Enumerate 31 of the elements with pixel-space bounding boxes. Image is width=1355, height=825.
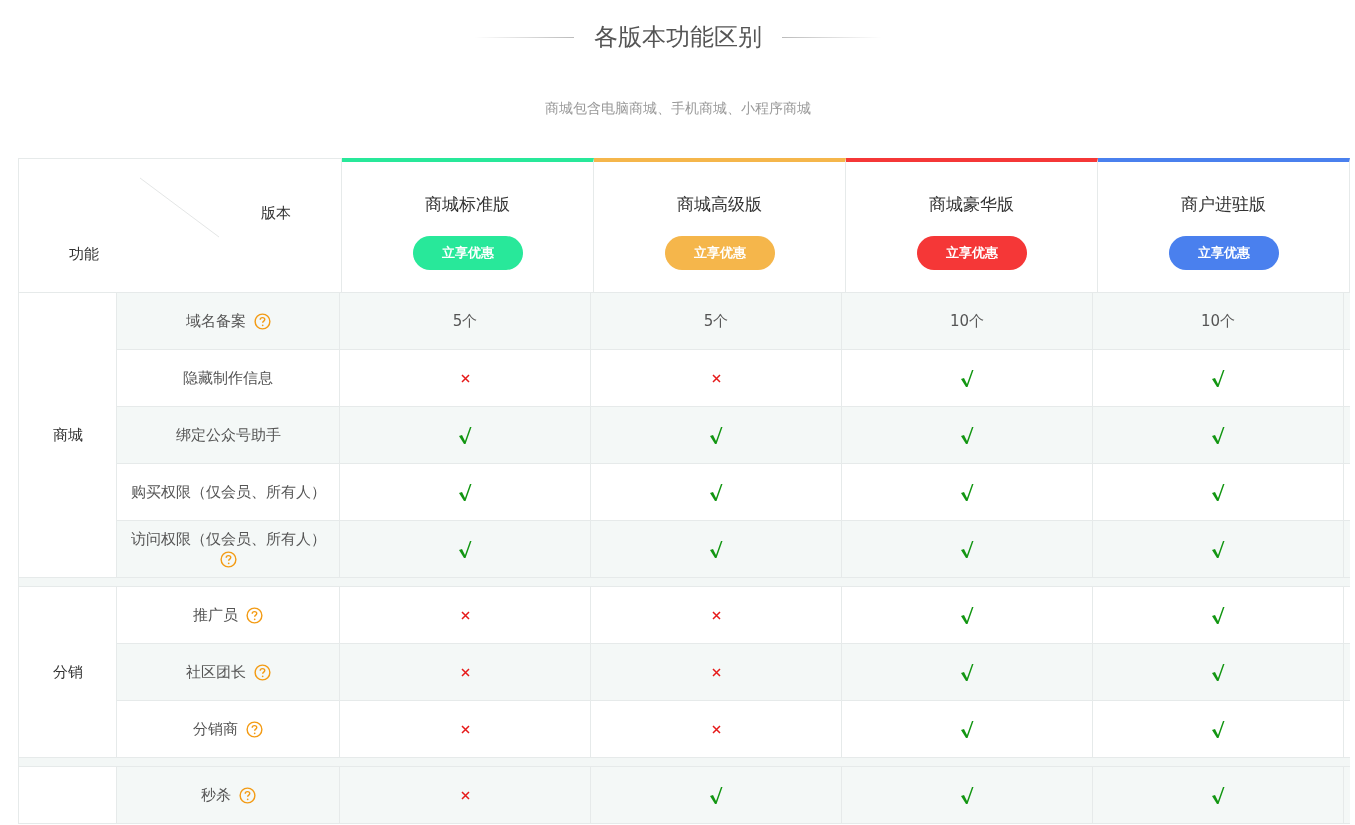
group-label: 分销 [52, 662, 83, 682]
table-cell: 10个 [1200, 311, 1236, 331]
help-icon[interactable] [253, 312, 271, 330]
feature-name: 分销商 [193, 719, 238, 739]
feature-name: 社区团长 [185, 662, 246, 682]
table-cell: 5个 [703, 311, 729, 331]
feature-name: 域名备案 [185, 311, 246, 331]
help-icon[interactable] [238, 786, 256, 804]
help-icon[interactable] [246, 606, 263, 624]
offer-button[interactable]: 立享优惠 [916, 236, 1027, 270]
plan-name: 商城标准版 [425, 193, 510, 216]
subtitle: 商城包含电脑商城、手机商城、小程序商城 [543, 99, 812, 118]
feature-name: 隐藏制作信息 [183, 368, 273, 388]
help-icon[interactable] [219, 551, 237, 568]
feature-name: 购买权限（仅会员、所有人） [130, 482, 326, 502]
column-header: 版本 [261, 204, 291, 223]
table-cell: 10个 [949, 311, 985, 331]
feature-name: 访问权限（仅会员、所有人） [130, 530, 326, 549]
plan-name: 商户进驻版 [1181, 193, 1266, 216]
feature-name: 秒杀 [200, 785, 231, 805]
plan-name: 商城豪华版 [929, 193, 1014, 216]
page-title: 各版本功能区别 [593, 22, 762, 53]
help-icon[interactable] [246, 720, 263, 738]
offer-button[interactable]: 立享优惠 [1168, 236, 1279, 270]
feature-name: 推广员 [193, 605, 238, 625]
table-cell: 5个 [452, 311, 478, 331]
group-label: 商城 [52, 425, 83, 445]
feature-name: 绑定公众号助手 [175, 425, 281, 445]
plan-name: 商城高级版 [677, 193, 762, 216]
row-header: 功能 [69, 245, 99, 264]
help-icon[interactable] [253, 663, 271, 681]
